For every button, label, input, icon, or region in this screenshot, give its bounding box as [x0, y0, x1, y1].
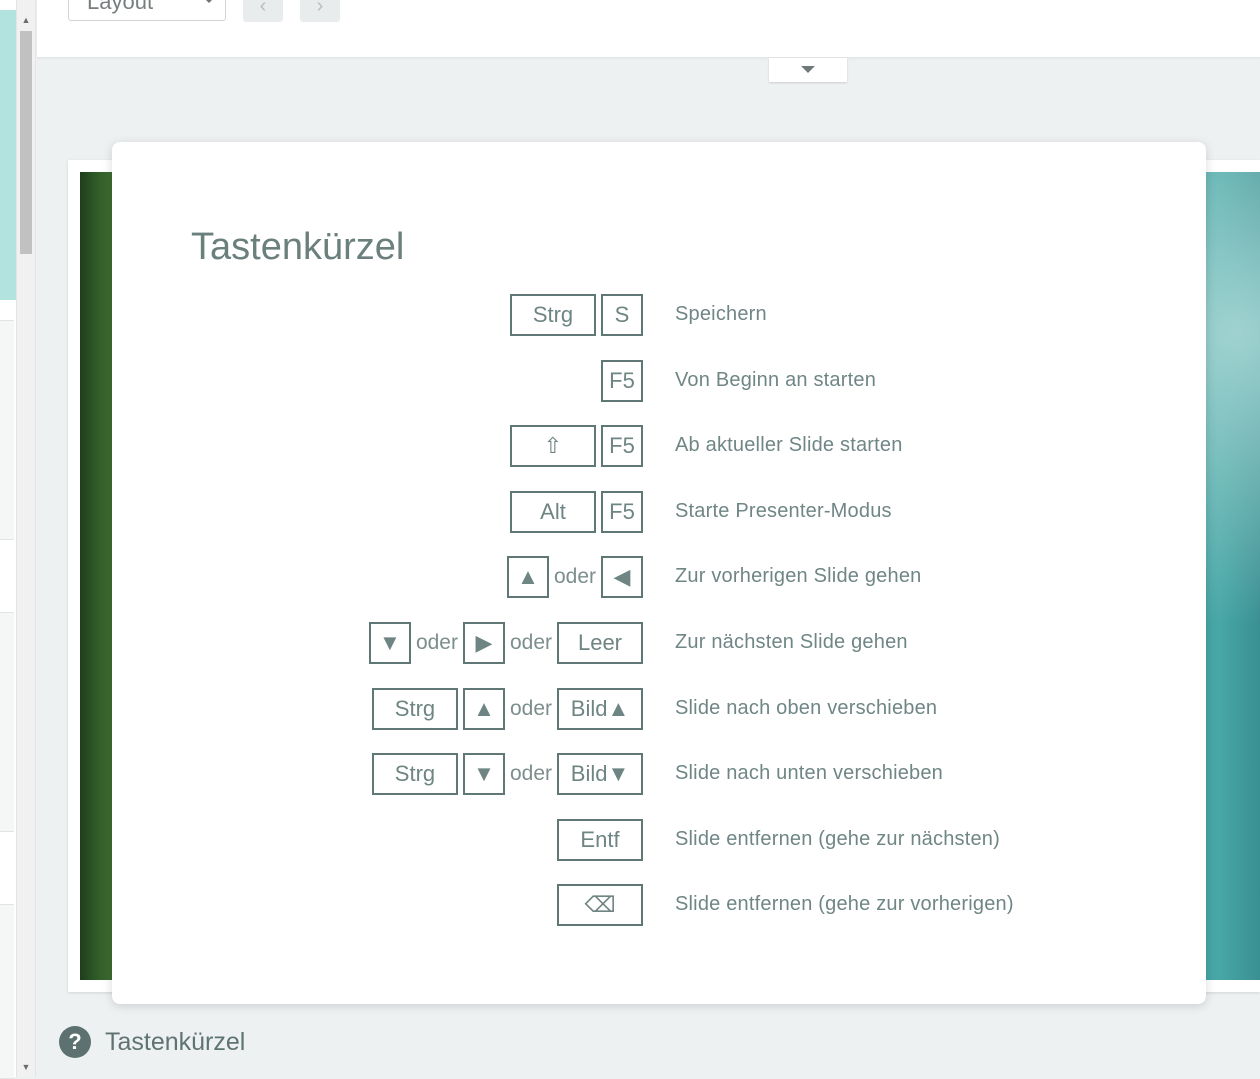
keyboard-key: F5	[601, 360, 643, 402]
shortcut-keys: ⇧ F5	[510, 425, 643, 467]
keyboard-key: F5	[601, 491, 643, 533]
keyboard-key: ⇧	[510, 425, 596, 467]
or-separator: oder	[415, 631, 458, 654]
or-separator: oder	[509, 762, 552, 785]
keyboard-key: ▼	[462, 753, 505, 795]
keyboard-key: Bild▲	[557, 688, 643, 730]
keyboard-key: Strg	[371, 753, 458, 795]
keyboard-key: Entf	[557, 819, 643, 861]
shortcuts-dialog: Tastenkürzel Strg S Speichern F5 Von Beginn …	[112, 142, 1206, 1004]
keyboard-key: Alt	[510, 491, 596, 533]
shortcut-description: Zur vorherigen Slide gehen	[675, 565, 922, 587]
shortcut-description: Ab aktueller Slide starten	[675, 434, 903, 456]
shortcut-keys: Entf	[557, 819, 643, 861]
slide-thumbnail[interactable]	[0, 612, 14, 832]
shortcut-description: Slide nach unten verschieben	[675, 762, 944, 784]
keyboard-key: ▲	[506, 556, 549, 598]
shortcut-description: Starte Presenter-Modus	[675, 500, 892, 522]
shortcut-description: Slide entfernen (gehe zur vorherigen)	[675, 893, 1014, 915]
help-icon: ?	[59, 1026, 91, 1058]
shortcut-description: Slide nach oben verschieben	[675, 697, 938, 719]
shortcut-keys: ⌫	[557, 884, 643, 926]
keyboard-key: ⌫	[557, 884, 643, 926]
slide-thumbnail[interactable]	[0, 904, 14, 1079]
shortcut-row: Strg S Speichern	[112, 294, 1206, 336]
toolbar-collapse-toggle[interactable]	[769, 58, 847, 82]
keyboard-key: Strg	[510, 294, 596, 336]
left-panel	[0, 0, 16, 1079]
shortcut-row: ▼ oder ▶ oder Leer Zur nächsten Slide gehen	[112, 622, 1206, 664]
vertical-scrollbar[interactable]: ▲ ▼	[16, 0, 36, 1077]
shortcut-keys: Strg ▼ oder Bild▼	[371, 753, 643, 795]
shortcut-row: ⌫ Slide entfernen (gehe zur vorherigen)	[112, 884, 1206, 926]
keyboard-key: ▲	[462, 688, 505, 730]
shortcut-keys: F5	[601, 360, 643, 402]
shortcut-row: Strg ▼ oder Bild▼ Slide nach unten verschieb…	[112, 753, 1206, 795]
shortcut-row: Entf Slide entfernen (gehe zur nächsten)	[112, 819, 1206, 861]
chevron-down-icon	[203, 0, 215, 3]
keyboard-key: ▶	[462, 622, 505, 664]
shortcut-description: Slide entfernen (gehe zur nächsten)	[675, 828, 1000, 850]
or-separator: oder	[509, 697, 552, 720]
keyboard-key: Strg	[371, 688, 458, 730]
caret-down-icon	[801, 66, 815, 73]
layout-select-value: Layout	[87, 0, 154, 14]
scroll-thumb[interactable]	[20, 31, 32, 254]
keyboard-key: ◀	[601, 556, 643, 598]
keyboard-key: S	[601, 294, 643, 336]
keyboard-key: Leer	[557, 622, 643, 664]
shortcut-description: Zur nächsten Slide gehen	[675, 631, 908, 653]
keyboard-key: F5	[601, 425, 643, 467]
top-toolbar: Layout ‹ ›	[37, 0, 1260, 58]
or-separator: oder	[509, 631, 552, 654]
slide-thumbnail[interactable]	[0, 320, 14, 540]
selected-slide-highlight[interactable]	[0, 10, 16, 300]
shortcut-keys: ▼ oder ▶ oder Leer	[368, 622, 643, 664]
shortcut-description: Von Beginn an starten	[675, 369, 877, 391]
shortcut-row: Strg ▲ oder Bild▲ Slide nach oben verschiebe…	[112, 688, 1206, 730]
help-link-label: Tastenkürzel	[105, 1028, 246, 1056]
layout-select[interactable]: Layout	[68, 0, 226, 21]
shortcut-row: Alt F5 Starte Presenter-Modus	[112, 491, 1206, 533]
shortcut-description: Speichern	[675, 303, 767, 325]
previous-button[interactable]: ‹	[243, 0, 283, 22]
shortcut-row: ▲ oder ◀ Zur vorherigen Slide gehen	[112, 556, 1206, 598]
scroll-up-arrow-icon[interactable]: ▲	[17, 12, 35, 28]
or-separator: oder	[553, 565, 596, 588]
shortcut-keys: Strg ▲ oder Bild▲	[371, 688, 643, 730]
shortcut-row: F5 Von Beginn an starten	[112, 360, 1206, 402]
shortcut-keys: Alt F5	[510, 491, 643, 533]
chevron-right-icon: ›	[316, 0, 324, 17]
keyboard-key: ▼	[368, 622, 411, 664]
shortcut-row: ⇧ F5 Ab aktueller Slide starten	[112, 425, 1206, 467]
dialog-title: Tastenkürzel	[191, 226, 405, 268]
shortcut-keys: Strg S	[510, 294, 643, 336]
chevron-left-icon: ‹	[259, 0, 267, 17]
scroll-down-arrow-icon[interactable]: ▼	[17, 1059, 35, 1075]
keyboard-key: Bild▼	[557, 753, 643, 795]
next-button[interactable]: ›	[300, 0, 340, 22]
shortcut-keys: ▲ oder ◀	[506, 556, 643, 598]
